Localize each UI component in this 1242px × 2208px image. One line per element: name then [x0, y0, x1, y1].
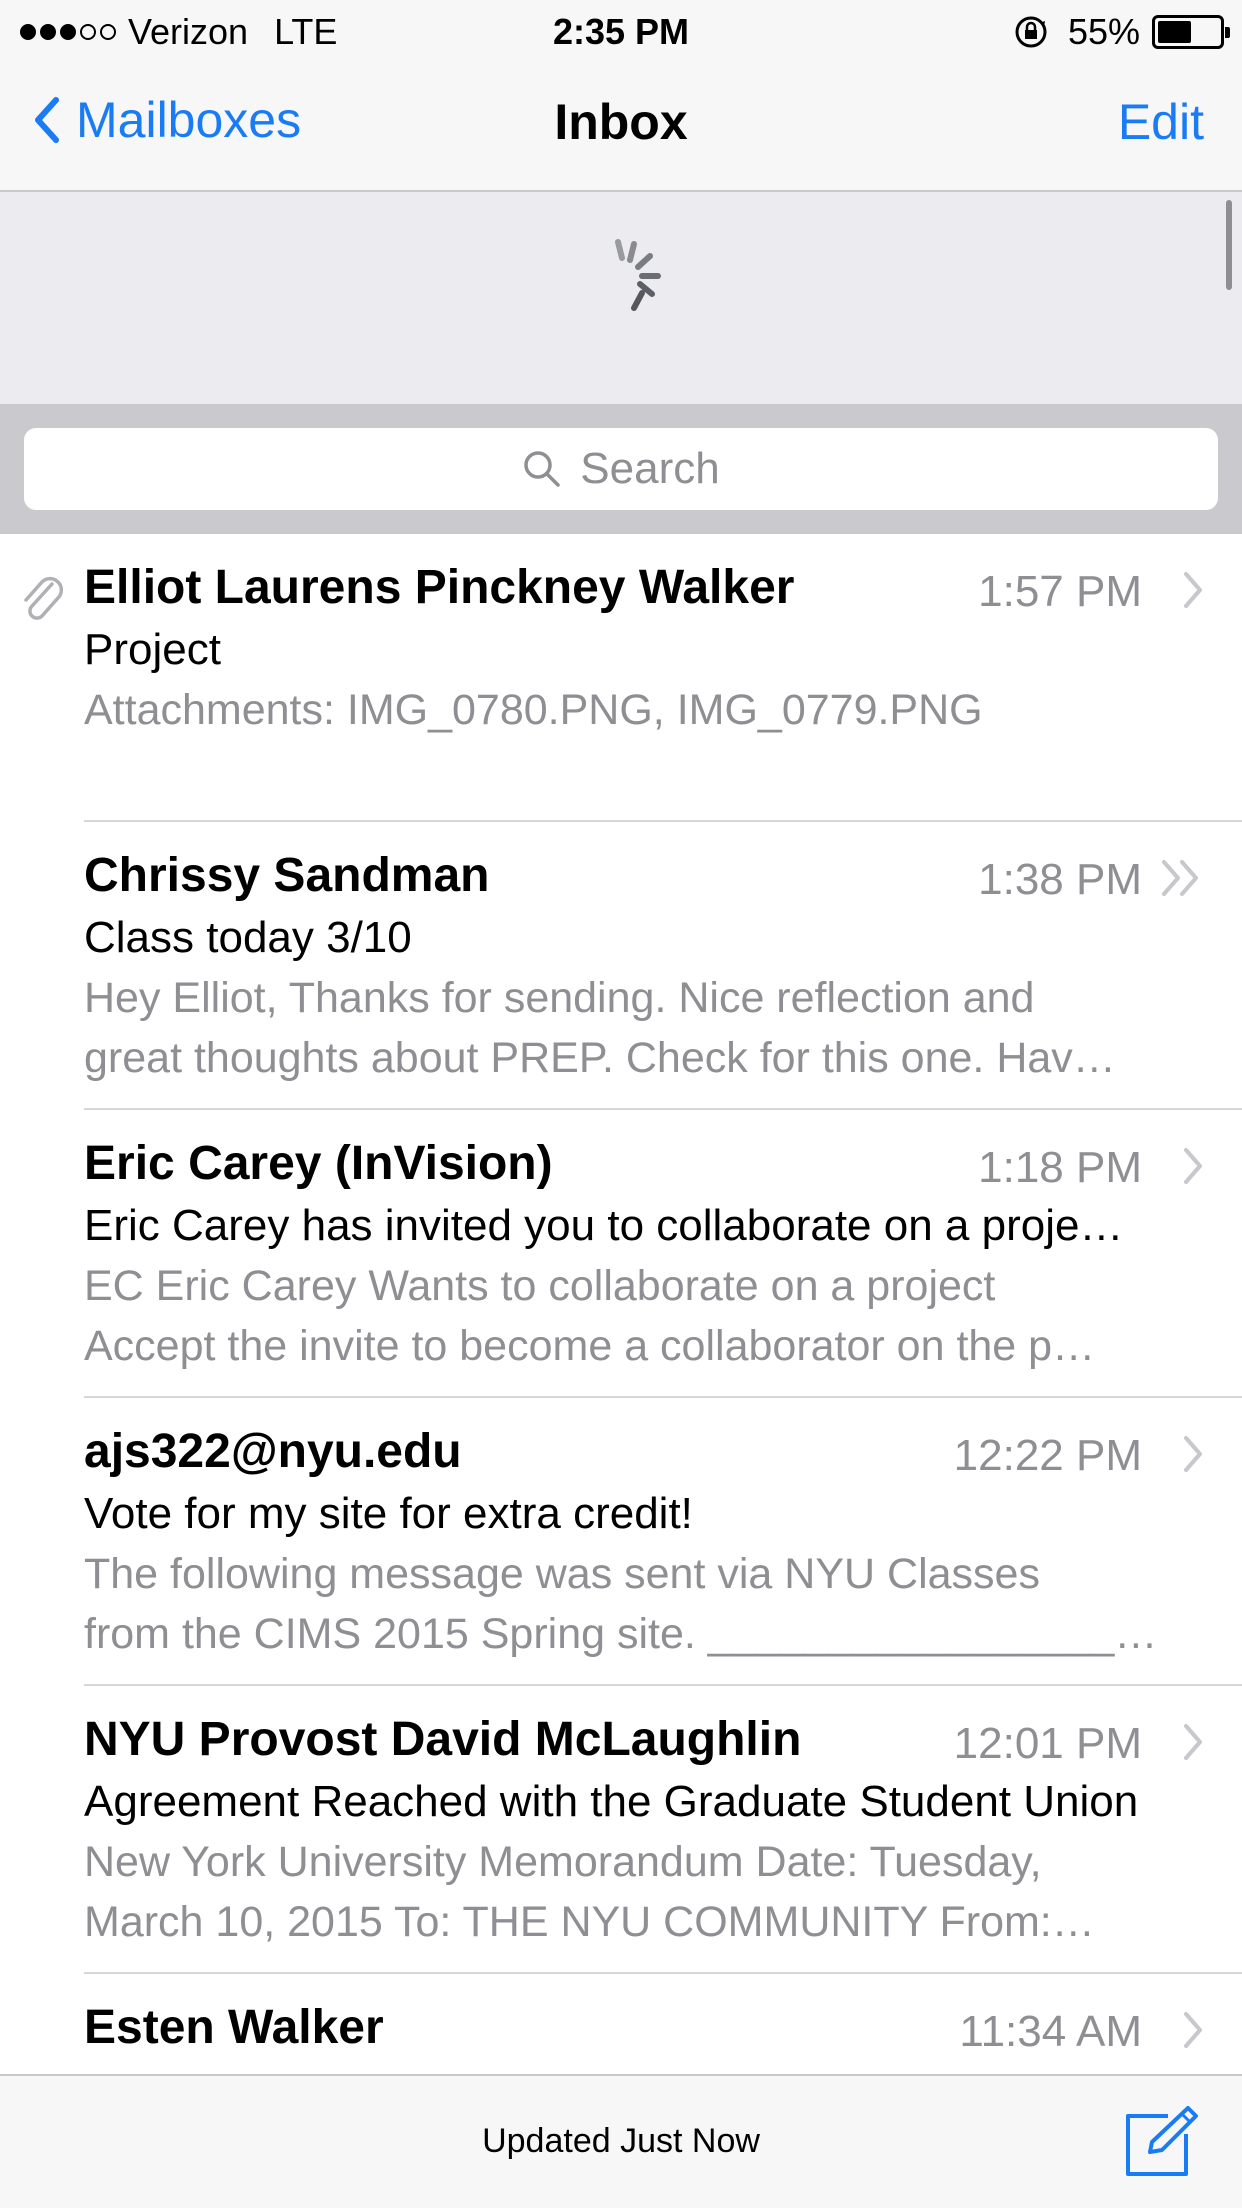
search-bar: Search: [0, 404, 1242, 534]
message-sender: Chrissy Sandman: [84, 849, 490, 902]
update-status: Updated Just Now: [482, 2122, 760, 2160]
battery-fill: [1158, 21, 1191, 43]
forwarded-chevron-icon: [1162, 860, 1198, 896]
preview-line: New York University Memorandum Date: Tue…: [84, 1838, 1042, 1886]
message-preview: EC Eric Carey Wants to collaborate on a …: [84, 1256, 1194, 1376]
preview-line: Hey Elliot, Thanks for sending. Nice ref…: [84, 974, 1035, 1022]
battery-icon: [1152, 15, 1230, 49]
message-sender: NYU Provost David McLaughlin: [84, 1713, 802, 1766]
preview-line: great thoughts about PREP. Check for thi…: [84, 1034, 1116, 1082]
pull-to-refresh-area: [0, 192, 1242, 404]
chevron-right-icon: [1184, 2012, 1202, 2048]
message-row[interactable]: Chrissy Sandman 1:38 PM Class today 3/10…: [0, 822, 1242, 1110]
navigation-bar: Mailboxes Inbox Edit: [0, 62, 1242, 192]
battery-percent: 55%: [1067, 11, 1140, 52]
chevron-right-icon: [1184, 572, 1202, 608]
preview-line: from the CIMS 2015 Spring site. ________…: [84, 1610, 1158, 1658]
page-title: Inbox: [554, 94, 688, 150]
message-preview: Attachments: IMG_0780.PNG, IMG_0779.PNG: [84, 680, 1194, 800]
message-sender: Elliot Laurens Pinckney Walker: [84, 561, 795, 614]
message-sender: Eric Carey (InVision): [84, 1137, 553, 1190]
message-preview: Hey Elliot, Thanks for sending. Nice ref…: [84, 968, 1194, 1088]
paperclip-icon: [24, 576, 64, 620]
preview-line: Accept the invite to become a collaborat…: [84, 1322, 1096, 1370]
search-input[interactable]: Search: [24, 428, 1218, 510]
message-subject: Project: [84, 625, 221, 674]
message-subject: Eric Carey has invited you to collaborat…: [84, 1201, 1124, 1250]
message-row[interactable]: NYU Provost David McLaughlin 12:01 PM Ag…: [0, 1686, 1242, 1974]
status-right: 55%: [1014, 11, 1230, 52]
message-row[interactable]: Elliot Laurens Pinckney Walker 1:57 PM P…: [0, 534, 1242, 822]
message-subject: Agreement Reached with the Graduate Stud…: [84, 1777, 1139, 1826]
chevron-right-icon: [1184, 1148, 1202, 1184]
message-row[interactable]: ajs322@nyu.edu 12:22 PM Vote for my site…: [0, 1398, 1242, 1686]
message-preview: The following message was sent via NYU C…: [84, 1544, 1194, 1664]
message-subject: Vote for my site for extra credit!: [84, 1489, 693, 1538]
search-icon: [524, 451, 561, 487]
message-time: 12:01 PM: [953, 1719, 1142, 1768]
message-row[interactable]: Eric Carey (InVision) 1:18 PM Eric Carey…: [0, 1110, 1242, 1398]
compose-icon[interactable]: [1122, 2104, 1202, 2180]
message-sender: Esten Walker: [84, 2001, 384, 2054]
message-sender: ajs322@nyu.edu: [84, 1425, 462, 1478]
chevron-right-icon: [1184, 1436, 1202, 1472]
edit-button[interactable]: Edit: [1118, 92, 1204, 152]
message-time: 1:57 PM: [978, 567, 1142, 616]
message-time: 12:22 PM: [953, 1431, 1142, 1480]
status-bar: Verizon LTE 2:35 PM 55%: [0, 0, 1242, 62]
rotation-lock-icon: [1015, 16, 1047, 48]
message-time: 1:18 PM: [978, 1143, 1142, 1192]
message-time: 11:34 AM: [959, 2007, 1142, 2056]
message-preview: New York University Memorandum Date: Tue…: [84, 1832, 1194, 1952]
message-subject: Class today 3/10: [84, 913, 412, 962]
chevron-right-icon: [1184, 1724, 1202, 1760]
message-time: 1:38 PM: [978, 855, 1142, 904]
bottom-toolbar: Updated Just Now: [0, 2074, 1242, 2208]
preview-line: March 10, 2015 To: THE NYU COMMUNITY Fro…: [84, 1898, 1095, 1946]
search-placeholder: Search: [580, 444, 720, 493]
preview-line: The following message was sent via NYU C…: [84, 1550, 1040, 1598]
preview-line: EC Eric Carey Wants to collaborate on a …: [84, 1262, 996, 1310]
loading-spinner-icon: [615, 239, 661, 311]
preview-line: Attachments: IMG_0780.PNG, IMG_0779.PNG: [84, 686, 983, 734]
scroll-indicator[interactable]: [1226, 200, 1232, 290]
